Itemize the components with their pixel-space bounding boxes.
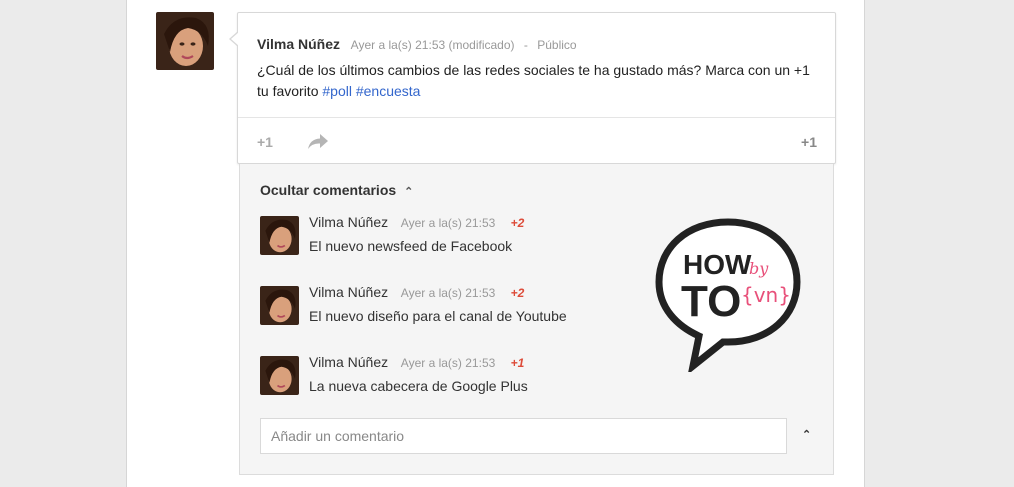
double-chevron-up-icon: ⌃ [404, 186, 414, 198]
comment-author-name[interactable]: Vilma Núñez [309, 354, 388, 370]
avatar-photo-icon [260, 356, 299, 395]
share-button[interactable] [307, 132, 329, 150]
comment-item: Vilma Núñez Ayer a la(s) 21:53 +2 El nue… [260, 284, 680, 328]
comment-plus-count[interactable]: +2 [511, 216, 525, 230]
comment-item: Vilma Núñez Ayer a la(s) 21:53 +2 El nue… [260, 214, 680, 258]
share-arrow-icon [308, 134, 328, 149]
comment-author-avatar[interactable] [260, 356, 299, 395]
post-meta-separator: - [523, 38, 528, 52]
comment-item: Vilma Núñez Ayer a la(s) 21:53 +1 La nue… [260, 354, 680, 398]
post-pointer-inner [231, 32, 239, 46]
hashtag-encuesta[interactable]: #encuesta [356, 83, 421, 99]
plus-one-count: +1 [801, 134, 817, 150]
post-header: Vilma Núñez Ayer a la(s) 21:53 (modifica… [257, 36, 577, 52]
logo-to-text: TO [681, 277, 741, 326]
howto-logo: HOW TO by {vn} [655, 218, 801, 372]
comment-header: Vilma Núñez Ayer a la(s) 21:53 +2 [309, 284, 524, 300]
comment-header: Vilma Núñez Ayer a la(s) 21:53 +2 [309, 214, 524, 230]
double-chevron-up-icon: ⌃ [802, 429, 812, 441]
logo-by-text: by [749, 259, 769, 278]
add-comment-input[interactable] [260, 418, 787, 454]
hide-comments-label: Ocultar comentarios [260, 182, 397, 198]
avatar-photo-icon [260, 216, 299, 255]
post-card: Vilma Núñez Ayer a la(s) 21:53 (modifica… [229, 12, 836, 164]
comment-author-avatar[interactable] [260, 216, 299, 255]
post-actions-bar: +1 +1 [238, 117, 835, 163]
post-author-avatar[interactable] [156, 12, 214, 70]
post-text: ¿Cuál de los últimos cambios de las rede… [257, 60, 817, 102]
comment-timestamp[interactable]: Ayer a la(s) 21:53 [401, 286, 496, 300]
logo-vn-text: {vn} [741, 283, 791, 307]
comments-panel: Ocultar comentarios ⌃ Vilma Núñez Ayer a … [239, 164, 834, 475]
avatar-photo-icon [156, 12, 214, 70]
comment-text: La nueva cabecera de Google Plus [309, 378, 528, 394]
comment-text: El nuevo diseño para el canal de Youtube [309, 308, 567, 324]
plus-one-button[interactable]: +1 [257, 134, 273, 150]
comment-timestamp[interactable]: Ayer a la(s) 21:53 [401, 216, 496, 230]
logo-how-text: HOW [683, 249, 752, 280]
comment-plus-count[interactable]: +1 [511, 356, 525, 370]
post-author-name[interactable]: Vilma Núñez [257, 36, 340, 52]
post-timestamp[interactable]: Ayer a la(s) 21:53 (modificado) [351, 38, 515, 52]
hide-comments-toggle[interactable]: Ocultar comentarios ⌃ [260, 182, 413, 198]
hashtag-poll[interactable]: #poll [322, 83, 352, 99]
avatar-photo-icon [260, 286, 299, 325]
comment-text: El nuevo newsfeed de Facebook [309, 238, 513, 254]
comment-author-name[interactable]: Vilma Núñez [309, 284, 388, 300]
comment-author-name[interactable]: Vilma Núñez [309, 214, 388, 230]
comment-author-avatar[interactable] [260, 286, 299, 325]
comment-plus-count[interactable]: +2 [511, 286, 525, 300]
post-visibility[interactable]: Público [537, 38, 576, 52]
collapse-comments-button[interactable]: ⌃ [802, 428, 811, 441]
comment-header: Vilma Núñez Ayer a la(s) 21:53 +1 [309, 354, 524, 370]
comment-timestamp[interactable]: Ayer a la(s) 21:53 [401, 356, 496, 370]
